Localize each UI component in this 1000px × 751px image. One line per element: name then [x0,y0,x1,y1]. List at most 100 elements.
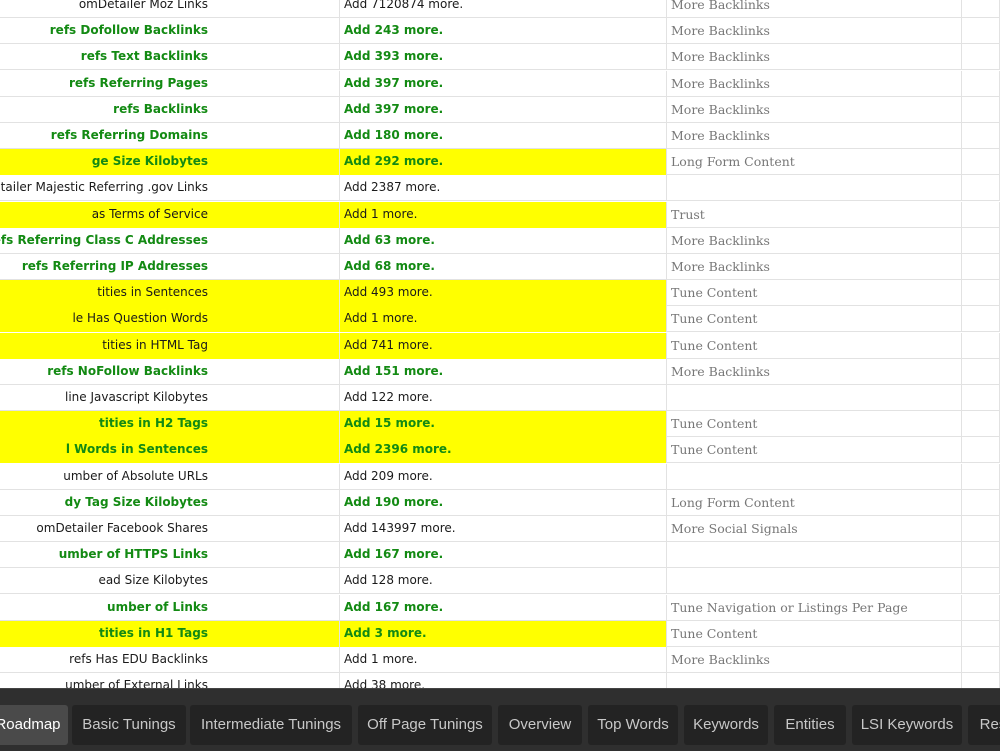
sheet-tab[interactable]: LSI Keywords [852,705,962,745]
metric-cell[interactable]: refs Has EDU Backlinks [0,647,340,673]
empty-cell[interactable] [962,18,1000,45]
category-cell[interactable] [667,385,962,411]
sheet-tab[interactable]: Off Page Tunings [358,705,492,745]
empty-cell[interactable] [962,673,1000,688]
category-cell[interactable]: More Backlinks [667,70,962,97]
category-cell[interactable]: Tune Content [667,620,962,647]
category-cell[interactable]: More Backlinks [667,358,962,385]
empty-cell[interactable] [962,201,1000,228]
action-cell[interactable]: Add 167 more. [340,542,667,569]
category-cell[interactable]: More Backlinks [667,647,962,673]
sheet-tab[interactable]: Entities [774,705,846,745]
metric-cell[interactable]: refs Dofollow Backlinks [0,18,340,45]
action-cell[interactable]: Add 151 more. [340,358,667,385]
category-cell[interactable]: Tune Navigation or Listings Per Page [667,594,962,621]
metric-cell[interactable]: omDetailer Facebook Shares [0,516,340,542]
category-cell[interactable]: Long Form Content [667,149,962,176]
empty-cell[interactable] [962,149,1000,176]
action-cell[interactable]: Add 2387 more. [340,175,667,202]
metric-cell[interactable]: refs Referring IP Addresses [0,254,340,280]
category-cell[interactable]: More Backlinks [667,96,962,123]
sheet-tab[interactable]: Intermediate Tunings [190,705,352,745]
metric-cell[interactable]: refs NoFollow Backlinks [0,358,340,385]
category-cell[interactable]: Tune Content [667,280,962,307]
category-cell[interactable]: More Backlinks [667,44,962,71]
category-cell[interactable] [667,463,962,490]
action-cell[interactable]: Add 122 more. [340,385,667,411]
action-cell[interactable]: Add 292 more. [340,149,667,176]
metric-cell[interactable]: ead Size Kilobytes [0,568,340,595]
metric-cell[interactable]: as Terms of Service [0,201,340,228]
empty-cell[interactable] [962,542,1000,569]
empty-cell[interactable] [962,437,1000,464]
sheet-tab[interactable]: Basic Tunings [72,705,186,745]
action-cell[interactable]: Add 7120874 more. [340,0,667,18]
category-cell[interactable]: More Social Signals [667,516,962,542]
action-cell[interactable]: Add 493 more. [340,280,667,307]
metric-cell[interactable]: refs Referring Class C Addresses [0,227,340,254]
sheet-tab[interactable]: Overview [498,705,582,745]
empty-cell[interactable] [962,227,1000,254]
action-cell[interactable]: Add 63 more. [340,227,667,254]
metric-cell[interactable]: refs Backlinks [0,96,340,123]
category-cell[interactable] [667,568,962,595]
empty-cell[interactable] [962,96,1000,123]
action-cell[interactable]: Add 393 more. [340,44,667,71]
sheet-tab[interactable]: Res [968,705,1000,745]
action-cell[interactable]: Add 1 more. [340,201,667,228]
metric-cell[interactable]: ge Size Kilobytes [0,149,340,176]
metric-cell[interactable]: l Words in Sentences [0,437,340,464]
category-cell[interactable] [667,673,962,688]
empty-cell[interactable] [962,358,1000,385]
category-cell[interactable] [667,542,962,569]
action-cell[interactable]: Add 143997 more. [340,516,667,542]
metric-cell[interactable]: umber of Absolute URLs [0,463,340,490]
metric-cell[interactable]: dy Tag Size Kilobytes [0,489,340,516]
empty-cell[interactable] [962,175,1000,202]
action-cell[interactable]: Add 38 more. [340,673,667,688]
category-cell[interactable]: Trust [667,201,962,228]
metric-cell[interactable]: umber of External Links [0,673,340,688]
category-cell[interactable]: More Backlinks [667,254,962,280]
empty-cell[interactable] [962,594,1000,621]
category-cell[interactable]: Tune Content [667,411,962,438]
metric-cell[interactable]: tities in H1 Tags [0,620,340,647]
empty-cell[interactable] [962,647,1000,673]
empty-cell[interactable] [962,254,1000,280]
empty-cell[interactable] [962,516,1000,542]
action-cell[interactable]: Add 397 more. [340,96,667,123]
empty-cell[interactable] [962,385,1000,411]
metric-cell[interactable]: refs Referring Domains [0,123,340,149]
category-cell[interactable]: More Backlinks [667,0,962,18]
action-cell[interactable]: Add 190 more. [340,489,667,516]
action-cell[interactable]: Add 741 more. [340,332,667,359]
metric-cell[interactable]: omDetailer Moz Links [0,0,340,18]
action-cell[interactable]: Add 15 more. [340,411,667,438]
action-cell[interactable]: Add 167 more. [340,594,667,621]
metric-cell[interactable]: tities in H2 Tags [0,411,340,438]
metric-cell[interactable]: omDetailer Majestic Referring .gov Links [0,175,340,202]
empty-cell[interactable] [962,620,1000,647]
sheet-tab[interactable]: Roadmap [0,705,68,745]
empty-cell[interactable] [962,123,1000,149]
metric-cell[interactable]: line Javascript Kilobytes [0,385,340,411]
metric-cell[interactable]: umber of Links [0,594,340,621]
sheet-tab[interactable]: Top Words [588,705,678,745]
metric-cell[interactable]: tities in HTML Tag [0,332,340,359]
category-cell[interactable]: Long Form Content [667,489,962,516]
action-cell[interactable]: Add 128 more. [340,568,667,595]
empty-cell[interactable] [962,332,1000,359]
empty-cell[interactable] [962,568,1000,595]
metric-cell[interactable]: le Has Question Words [0,306,340,333]
action-cell[interactable]: Add 209 more. [340,463,667,490]
sheet-tab[interactable]: Keywords [684,705,768,745]
empty-cell[interactable] [962,489,1000,516]
empty-cell[interactable] [962,411,1000,438]
metric-cell[interactable]: tities in Sentences [0,280,340,307]
category-cell[interactable]: More Backlinks [667,123,962,149]
action-cell[interactable]: Add 2396 more. [340,437,667,464]
category-cell[interactable]: More Backlinks [667,227,962,254]
empty-cell[interactable] [962,463,1000,490]
category-cell[interactable]: Tune Content [667,332,962,359]
action-cell[interactable]: Add 243 more. [340,18,667,45]
